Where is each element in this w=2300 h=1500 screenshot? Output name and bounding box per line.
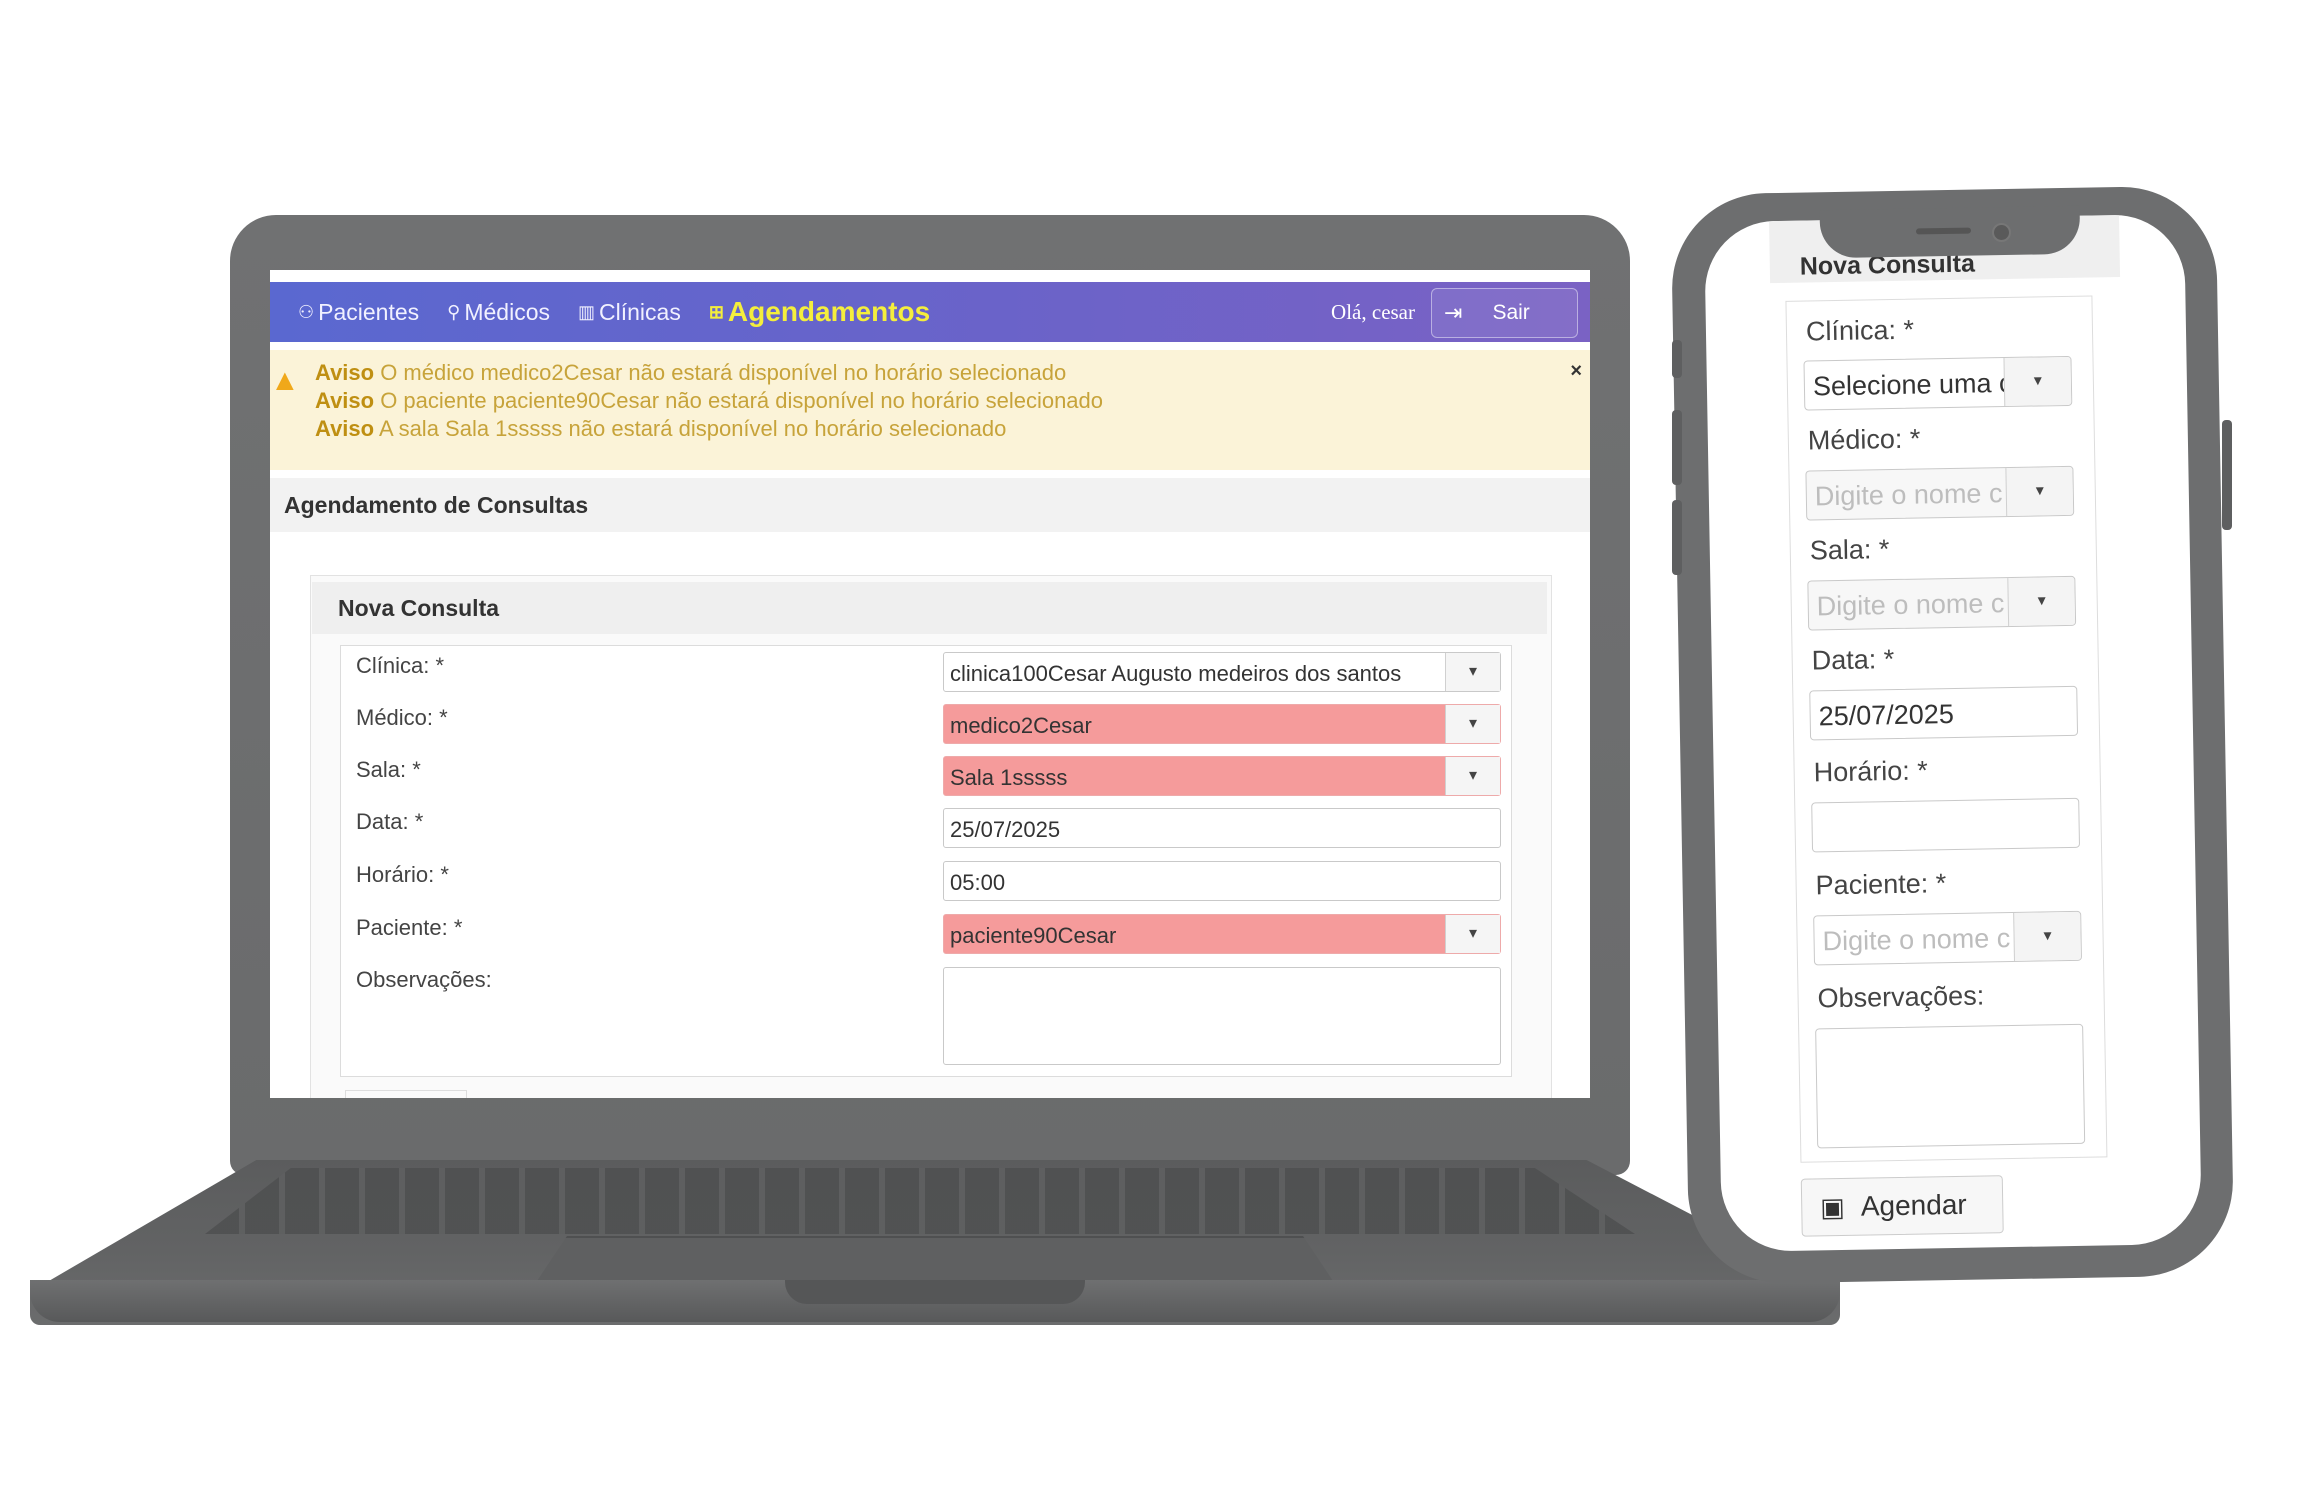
warning-alert: ▲ Aviso O médico medico2Cesar não estará… — [270, 350, 1590, 470]
logout-button[interactable]: ⇥ Sair — [1431, 288, 1578, 338]
top-navbar: ⚇ Pacientes ⚲ Médicos ▥ Clínicas ⊞ Agend… — [270, 282, 1590, 342]
horario-value: 05:00 — [950, 870, 1006, 895]
mobile-sala-label: Sala: * — [1809, 534, 1890, 566]
mobile-paciente-select[interactable]: Digite o nome c ▾ — [1813, 910, 2082, 966]
agendar-button-partial[interactable] — [345, 1090, 467, 1098]
sala-select[interactable]: Sala 1sssss ▾ — [943, 756, 1501, 796]
nav-agendamentos[interactable]: ⊞ Agendamentos — [709, 296, 930, 328]
mobile-horario-input[interactable] — [1811, 797, 2081, 853]
phone-side-button — [1672, 410, 1682, 485]
calendar-icon: ⊞ — [708, 301, 724, 322]
horario-label: Horário: * — [356, 862, 449, 887]
laptop-screen: ⚇ Pacientes ⚲ Médicos ▥ Clínicas ⊞ Agend… — [270, 270, 1590, 1098]
alert-text: A sala Sala 1sssss não estará disponível… — [374, 416, 1007, 441]
mobile-data-value: 25/07/2025 — [1818, 698, 1955, 732]
paciente-label: Paciente: * — [356, 915, 463, 940]
medico-select[interactable]: medico2Cesar ▾ — [943, 704, 1501, 744]
alert-line: Aviso A sala Sala 1sssss não estará disp… — [315, 416, 1006, 442]
mobile-clinica-select[interactable]: Selecione uma c ▾ — [1803, 355, 2073, 411]
chevron-down-icon: ▾ — [2013, 911, 2081, 961]
phone-side-button — [1672, 340, 1682, 378]
medico-label: Médico: * — [356, 705, 448, 730]
phone-side-button — [1672, 500, 1682, 575]
chevron-down-icon: ▾ — [1445, 653, 1500, 691]
nav-medicos[interactable]: ⚲ Médicos — [447, 299, 550, 326]
observacoes-textarea[interactable] — [943, 967, 1501, 1065]
mobile-data-label: Data: * — [1811, 644, 1895, 676]
mobile-sala-placeholder: Digite o nome c — [1816, 588, 2005, 622]
mobile-paciente-label: Paciente: * — [1815, 868, 1947, 901]
mobile-medico-select[interactable]: Digite o nome c ▾ — [1805, 465, 2075, 521]
calendar-icon: ▣ — [1819, 1191, 1846, 1222]
page-title: Agendamento de Consultas — [270, 478, 1590, 532]
clinica-label: Clínica: * — [356, 653, 445, 678]
alert-text: O paciente paciente90Cesar não estará di… — [374, 388, 1104, 413]
chevron-down-icon: ▾ — [2005, 466, 2074, 517]
logout-icon: ⇥ — [1444, 300, 1463, 325]
logout-label: Sair — [1492, 301, 1530, 324]
mobile-observacoes-textarea[interactable] — [1815, 1023, 2086, 1149]
nav-pacientes-label: Pacientes — [318, 298, 420, 325]
alert-prefix: Aviso — [315, 416, 375, 441]
mobile-data-input[interactable]: 25/07/2025 — [1809, 685, 2079, 741]
alert-prefix: Aviso — [315, 388, 375, 413]
phone-speaker — [1915, 227, 1972, 235]
form-title: Nova Consulta — [312, 582, 1547, 634]
nav-agendamentos-label: Agendamentos — [727, 296, 931, 327]
chevron-down-icon: ▾ — [1445, 705, 1500, 743]
nav-clinicas[interactable]: ▥ Clínicas — [578, 299, 681, 326]
building-icon: ▥ — [578, 301, 596, 322]
nav-pacientes[interactable]: ⚇ Pacientes — [298, 299, 419, 326]
mobile-horario-label: Horário: * — [1813, 755, 1928, 788]
data-value: 25/07/2025 — [950, 817, 1061, 842]
sala-label: Sala: * — [356, 757, 421, 782]
mobile-sala-select[interactable]: Digite o nome c ▾ — [1807, 575, 2077, 631]
agendar-button[interactable]: ▣ Agendar — [1800, 1175, 2004, 1237]
user-greeting: Olá, cesar — [1331, 300, 1415, 324]
warning-icon: ▲ — [270, 364, 300, 397]
mobile-medico-label: Médico: * — [1807, 423, 1921, 456]
laptop-front-notch — [785, 1280, 1085, 1304]
laptop-trackpad — [535, 1236, 1335, 1284]
mobile-paciente-placeholder: Digite o nome c — [1822, 923, 2011, 957]
laptop-keyboard — [205, 1168, 1635, 1234]
nav-medicos-label: Médicos — [464, 298, 550, 325]
phone-side-button — [2222, 420, 2232, 530]
clinica-select[interactable]: clinica100Cesar Augusto medeiros dos san… — [943, 652, 1501, 692]
chevron-down-icon: ▾ — [2007, 576, 2076, 627]
alert-text: O médico medico2Cesar não estará disponí… — [374, 360, 1067, 385]
chevron-down-icon: ▾ — [2003, 356, 2072, 407]
chevron-down-icon: ▾ — [1445, 757, 1500, 795]
paciente-value: paciente90Cesar — [950, 923, 1117, 948]
data-input[interactable]: 25/07/2025 — [943, 808, 1501, 848]
data-label: Data: * — [356, 809, 424, 834]
phone-screen: Nova Consulta Clínica: * Selecione uma c… — [1704, 213, 2202, 1253]
mobile-clinica-value: Selecione uma c — [1812, 367, 2013, 402]
mobile-clinica-label: Clínica: * — [1805, 314, 1915, 347]
alert-close-button[interactable]: × — [1570, 360, 1582, 383]
mobile-medico-placeholder: Digite o nome c — [1814, 478, 2003, 512]
horario-input[interactable]: 05:00 — [943, 861, 1501, 901]
clinica-value: clinica100Cesar Augusto medeiros dos san… — [950, 661, 1402, 686]
medico-value: medico2Cesar — [950, 713, 1092, 738]
sala-value: Sala 1sssss — [950, 765, 1068, 790]
alert-prefix: Aviso — [315, 360, 375, 385]
user-icon: ⚲ — [447, 301, 461, 322]
observacoes-label: Observações: — [356, 967, 492, 992]
mobile-observacoes-label: Observações: — [1817, 980, 1985, 1014]
agendar-label: Agendar — [1860, 1188, 1967, 1222]
alert-line: Aviso O médico medico2Cesar não estará d… — [315, 360, 1066, 386]
paciente-select[interactable]: paciente90Cesar ▾ — [943, 914, 1501, 954]
chevron-down-icon: ▾ — [1445, 915, 1500, 953]
users-icon: ⚇ — [298, 301, 315, 322]
nav-clinicas-label: Clínicas — [599, 298, 681, 325]
alert-line: Aviso O paciente paciente90Cesar não est… — [315, 388, 1103, 414]
camera-icon — [1992, 223, 2011, 242]
